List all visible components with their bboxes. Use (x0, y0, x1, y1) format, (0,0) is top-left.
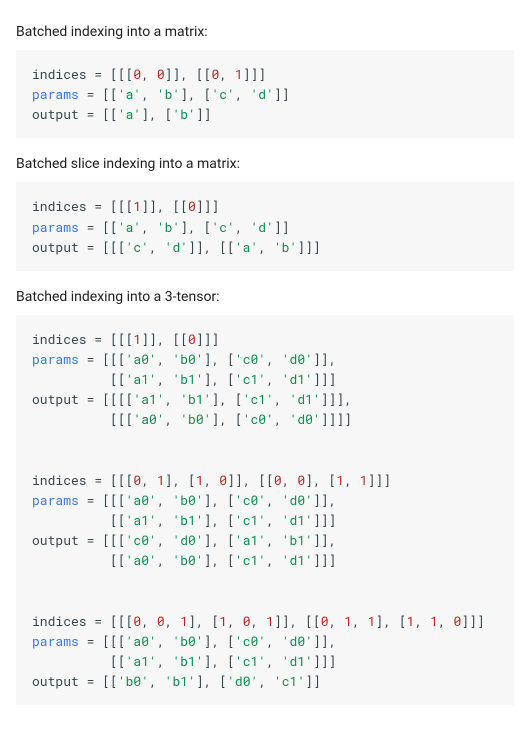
code-block: indices = [[[1]], [[0]]] params = [['a',… (16, 182, 514, 270)
code-block: indices = [[[0, 0]], [[0, 1]]] params = … (16, 50, 514, 138)
section-description: Batched indexing into a matrix: (16, 24, 514, 40)
section-description: Batched indexing into a 3-tensor: (16, 289, 514, 305)
code-block: indices = [[[1]], [[0]]] params = [[['a0… (16, 315, 514, 706)
section-description: Batched slice indexing into a matrix: (16, 156, 514, 172)
